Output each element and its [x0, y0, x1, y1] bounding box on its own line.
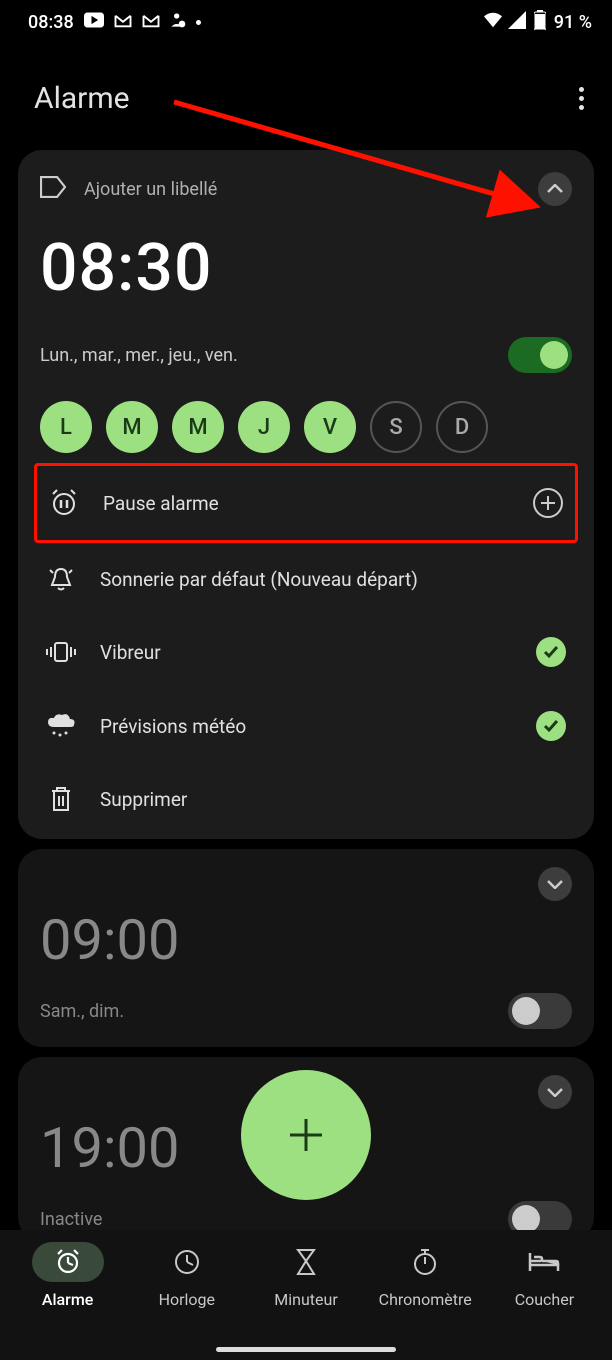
app-header: Alarme	[0, 41, 612, 136]
weather-label: Prévisions météo	[100, 715, 246, 738]
day-sun[interactable]: D	[436, 401, 488, 453]
plus-icon	[540, 495, 556, 511]
alarm-card-expanded: Ajouter un libellé 08:30 Lun., mar., mer…	[18, 150, 594, 839]
days-summary: Lun., mar., mer., jeu., ven.	[40, 345, 238, 366]
status-left: 08:38	[28, 12, 201, 33]
youtube-icon	[84, 12, 104, 33]
page-title: Alarme	[34, 81, 130, 116]
add-label-button[interactable]: Ajouter un libellé	[40, 176, 217, 203]
more-options-button[interactable]	[579, 87, 584, 110]
add-alarm-fab[interactable]	[241, 1070, 371, 1200]
alarm-time[interactable]: 08:30	[40, 230, 572, 307]
check-icon	[543, 645, 559, 659]
expand-button[interactable]	[538, 1075, 572, 1109]
pause-alarm-row[interactable]: Pause alarme	[43, 466, 569, 540]
day-wed[interactable]: M	[172, 401, 224, 453]
alarm-time[interactable]: 09:00	[40, 907, 572, 973]
battery-percent: 91 %	[554, 12, 592, 33]
day-tue[interactable]: M	[106, 401, 158, 453]
highlight-annotation: Pause alarme	[34, 463, 578, 543]
clock-icon	[173, 1248, 201, 1276]
weather-row[interactable]: Prévisions météo	[40, 689, 572, 763]
stopwatch-icon	[412, 1248, 438, 1276]
weather-checkbox[interactable]	[536, 711, 566, 741]
vibrate-label: Vibreur	[100, 641, 161, 664]
nav-timer[interactable]: Minuteur	[246, 1242, 365, 1340]
chevron-up-icon	[547, 184, 563, 194]
ringtone-label: Sonnerie par défaut (Nouveau départ)	[100, 568, 418, 591]
collapse-button[interactable]	[538, 172, 572, 206]
add-pause-button[interactable]	[533, 488, 563, 518]
gmail-icon	[114, 12, 132, 33]
delete-label: Supprimer	[100, 788, 187, 811]
hourglass-icon	[294, 1248, 318, 1276]
nav-alarm-label: Alarme	[42, 1290, 93, 1309]
battery-icon	[534, 10, 546, 35]
weather-icon	[46, 713, 76, 739]
status-right: 91 %	[482, 10, 592, 35]
trash-icon	[46, 785, 76, 813]
status-time: 08:38	[28, 12, 74, 33]
status-bar: 08:38 91 %	[0, 0, 612, 41]
label-placeholder: Ajouter un libellé	[84, 179, 217, 200]
vibrate-row[interactable]: Vibreur	[40, 615, 572, 689]
vibrate-checkbox[interactable]	[536, 637, 566, 667]
nav-clock[interactable]: Horloge	[127, 1242, 246, 1340]
day-thu[interactable]: J	[238, 401, 290, 453]
wifi-icon	[482, 11, 504, 34]
ringtone-row[interactable]: Sonnerie par défaut (Nouveau départ)	[40, 543, 572, 615]
nav-clock-label: Horloge	[159, 1290, 215, 1309]
delete-row[interactable]: Supprimer	[40, 763, 572, 823]
alarm-icon	[54, 1248, 82, 1276]
pause-alarm-label: Pause alarme	[103, 492, 219, 515]
alarm-toggle[interactable]	[508, 993, 572, 1029]
home-indicator[interactable]	[216, 1347, 396, 1352]
chevron-down-icon	[547, 879, 563, 889]
nav-stopwatch-label: Chronomètre	[379, 1290, 472, 1309]
signal-icon	[508, 11, 526, 34]
day-mon[interactable]: L	[40, 401, 92, 453]
pause-alarm-icon	[49, 488, 79, 518]
expand-button[interactable]	[538, 867, 572, 901]
vibrate-icon	[46, 640, 76, 664]
alarm-toggle[interactable]	[508, 337, 572, 373]
nav-bedtime[interactable]: Coucher	[485, 1242, 604, 1340]
day-sat[interactable]: S	[370, 401, 422, 453]
notification-dot	[196, 20, 201, 25]
nav-stopwatch[interactable]: Chronomètre	[366, 1242, 485, 1340]
status-text: Inactive	[40, 1209, 102, 1230]
day-fri[interactable]: V	[304, 401, 356, 453]
bell-icon	[46, 565, 76, 593]
bed-icon	[528, 1251, 560, 1273]
days-summary: Sam., dim.	[40, 1001, 124, 1022]
chevron-down-icon	[547, 1087, 563, 1097]
alarm-card-collapsed-1[interactable]: 09:00 Sam., dim.	[18, 849, 594, 1047]
check-icon	[543, 719, 559, 733]
gmail-icon-2	[142, 12, 160, 33]
label-icon	[40, 176, 66, 203]
nav-timer-label: Minuteur	[274, 1290, 337, 1309]
weekday-selector: L M M J V S D	[40, 401, 572, 453]
nav-alarm[interactable]: Alarme	[8, 1242, 127, 1340]
plus-icon	[286, 1115, 326, 1155]
nav-bedtime-label: Coucher	[515, 1290, 574, 1309]
notification-icon	[170, 12, 186, 33]
bottom-nav: Alarme Horloge Minuteur Chronomètre Couc…	[0, 1230, 612, 1360]
